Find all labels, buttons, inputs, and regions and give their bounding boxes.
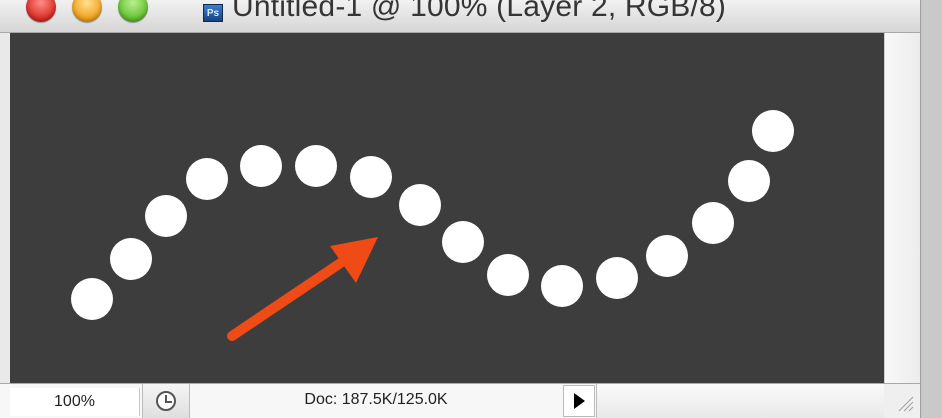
- white-dot: [110, 238, 152, 280]
- white-dot: [541, 265, 583, 307]
- window-right-edge: [920, 0, 942, 418]
- orange-arrow: [227, 237, 378, 341]
- white-dot: [240, 145, 282, 187]
- white-dot: [399, 184, 441, 226]
- zoom-button[interactable]: [118, 0, 148, 22]
- document-size-info: Doc: 187.5K/125.0K: [304, 391, 448, 408]
- minimize-button[interactable]: [72, 0, 102, 22]
- document-canvas[interactable]: [10, 33, 884, 383]
- white-dot: [752, 110, 794, 152]
- white-dot: [350, 156, 392, 198]
- history-icon: [156, 391, 176, 411]
- history-button[interactable]: [142, 384, 190, 418]
- white-dot: [487, 254, 529, 296]
- white-dot: [145, 195, 187, 237]
- white-dot: [728, 160, 770, 202]
- canvas-artwork: [71, 110, 794, 341]
- window-title-bar[interactable]: Ps Untitled-1 @ 100% (Layer 2, RGB/8): [0, 0, 942, 33]
- photoshop-document-window: Ps Untitled-1 @ 100% (Layer 2, RGB/8) 10…: [0, 0, 942, 418]
- white-dot: [71, 278, 113, 320]
- resize-grip-icon: [898, 396, 914, 412]
- horizontal-scrollbar[interactable]: [596, 384, 884, 418]
- status-menu-button[interactable]: [563, 385, 595, 417]
- white-dot: [596, 257, 638, 299]
- white-dot: [186, 158, 228, 200]
- photoshop-document-icon: Ps: [203, 4, 223, 22]
- white-dot: [646, 235, 688, 277]
- white-dot: [692, 202, 734, 244]
- white-dot: [295, 145, 337, 187]
- vertical-scrollbar[interactable]: [884, 33, 920, 383]
- document-status-bar: 100% Doc: 187.5K/125.0K: [0, 383, 920, 418]
- close-button[interactable]: [26, 0, 56, 22]
- window-title: Untitled-1 @ 100% (Layer 2, RGB/8): [232, 0, 727, 23]
- resize-corner[interactable]: [884, 383, 920, 418]
- white-dot: [442, 221, 484, 263]
- white-dot-path: [71, 110, 794, 320]
- zoom-level-field[interactable]: 100%: [10, 388, 140, 416]
